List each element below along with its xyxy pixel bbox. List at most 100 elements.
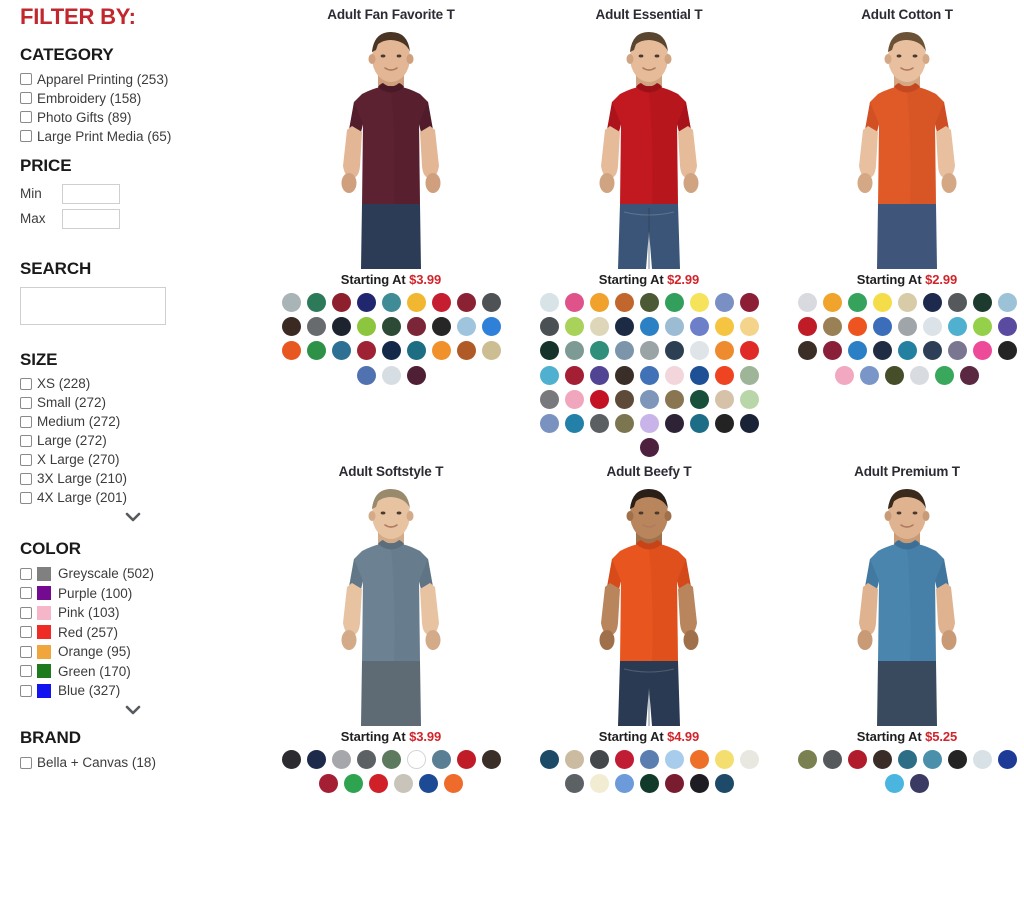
- product-color-dot[interactable]: [431, 750, 451, 770]
- product-color-dot[interactable]: [456, 750, 476, 770]
- product-color-dot[interactable]: [481, 317, 501, 337]
- checkbox-icon[interactable]: [20, 756, 32, 769]
- product-color-dot[interactable]: [897, 341, 917, 361]
- product-color-dot[interactable]: [589, 413, 609, 433]
- product-card[interactable]: Adult Cotton T Starting At $2.99: [778, 0, 1024, 457]
- filter-option[interactable]: Apparel Printing (253): [20, 73, 246, 87]
- product-color-dot[interactable]: [369, 774, 388, 794]
- product-color-dot[interactable]: [689, 293, 709, 312]
- product-color-dot[interactable]: [714, 774, 734, 794]
- product-color-dot[interactable]: [356, 317, 376, 337]
- product-color-dot[interactable]: [564, 750, 584, 770]
- product-color-dot[interactable]: [431, 317, 451, 337]
- product-color-dot[interactable]: [714, 341, 734, 361]
- product-color-dot[interactable]: [589, 341, 609, 361]
- product-color-dot[interactable]: [564, 365, 584, 385]
- filter-option[interactable]: Blue (327): [20, 683, 246, 698]
- product-title[interactable]: Adult Beefy T: [520, 457, 778, 483]
- product-color-dot[interactable]: [356, 750, 376, 770]
- product-color-dot[interactable]: [539, 750, 559, 770]
- product-color-dot[interactable]: [639, 317, 659, 337]
- product-color-dot[interactable]: [564, 774, 584, 794]
- product-color-dot[interactable]: [381, 341, 401, 361]
- checkbox-icon[interactable]: [20, 73, 32, 86]
- product-color-dot[interactable]: [872, 750, 892, 770]
- product-color-dot[interactable]: [922, 341, 942, 361]
- product-color-dot[interactable]: [664, 341, 684, 361]
- product-color-dot[interactable]: [822, 750, 842, 770]
- product-color-dot[interactable]: [614, 317, 634, 337]
- product-image[interactable]: [778, 26, 1024, 269]
- product-color-dot[interactable]: [714, 413, 734, 433]
- product-color-dot[interactable]: [972, 750, 992, 770]
- product-color-dot[interactable]: [664, 774, 684, 794]
- product-color-dot[interactable]: [860, 365, 879, 385]
- product-color-dot[interactable]: [739, 341, 759, 361]
- product-color-dot[interactable]: [797, 750, 817, 770]
- product-color-dot[interactable]: [835, 365, 854, 385]
- product-color-dot[interactable]: [639, 293, 659, 312]
- checkbox-icon[interactable]: [20, 378, 32, 390]
- product-color-dot[interactable]: [539, 365, 559, 385]
- product-color-dot[interactable]: [714, 365, 734, 385]
- product-color-dot[interactable]: [306, 293, 326, 312]
- product-color-dot[interactable]: [797, 293, 817, 312]
- product-color-dot[interactable]: [797, 317, 817, 337]
- filter-option[interactable]: 4X Large (201): [20, 491, 246, 505]
- filter-option[interactable]: Bella + Canvas (18): [20, 756, 246, 770]
- product-color-dot[interactable]: [589, 293, 609, 312]
- filter-option[interactable]: Greyscale (502): [20, 566, 246, 581]
- product-color-dot[interactable]: [822, 341, 842, 361]
- product-color-dot[interactable]: [564, 389, 584, 409]
- checkbox-icon[interactable]: [20, 473, 32, 485]
- filter-option[interactable]: Photo Gifts (89): [20, 111, 246, 125]
- product-color-dot[interactable]: [872, 317, 892, 337]
- product-color-dot[interactable]: [847, 317, 867, 337]
- product-color-dot[interactable]: [935, 365, 954, 385]
- checkbox-icon[interactable]: [20, 665, 32, 678]
- product-color-dot[interactable]: [689, 317, 709, 337]
- checkbox-icon[interactable]: [20, 435, 32, 447]
- product-color-dot[interactable]: [689, 750, 709, 770]
- checkbox-icon[interactable]: [20, 684, 32, 697]
- product-color-dot[interactable]: [910, 774, 929, 794]
- checkbox-icon[interactable]: [20, 567, 32, 580]
- product-color-dot[interactable]: [394, 774, 413, 794]
- product-color-dot[interactable]: [639, 413, 659, 433]
- product-color-dot[interactable]: [306, 341, 326, 361]
- product-title[interactable]: Adult Essential T: [520, 0, 778, 26]
- checkbox-icon[interactable]: [20, 626, 32, 639]
- product-color-dot[interactable]: [664, 365, 684, 385]
- product-color-dot[interactable]: [689, 341, 709, 361]
- product-color-dot[interactable]: [614, 413, 634, 433]
- product-color-dot[interactable]: [872, 293, 892, 312]
- product-color-dot[interactable]: [639, 438, 659, 458]
- checkbox-icon[interactable]: [20, 587, 32, 600]
- product-color-dot[interactable]: [281, 317, 301, 337]
- product-color-dot[interactable]: [739, 389, 759, 409]
- filter-option[interactable]: Small (272): [20, 396, 246, 410]
- product-color-dot[interactable]: [972, 317, 992, 337]
- price-max-input[interactable]: [62, 208, 120, 229]
- product-color-dot[interactable]: [589, 389, 609, 409]
- checkbox-icon[interactable]: [20, 92, 32, 105]
- product-color-dot[interactable]: [564, 317, 584, 337]
- product-color-dot[interactable]: [356, 293, 376, 312]
- product-color-dot[interactable]: [614, 341, 634, 361]
- expand-facet-button[interactable]: [20, 510, 246, 526]
- product-title[interactable]: Adult Cotton T: [778, 0, 1024, 26]
- product-color-dot[interactable]: [431, 293, 451, 312]
- product-color-dot[interactable]: [331, 750, 351, 770]
- product-color-dot[interactable]: [614, 750, 634, 770]
- product-color-dot[interactable]: [306, 750, 326, 770]
- product-color-dot[interactable]: [614, 389, 634, 409]
- filter-option[interactable]: Large Print Media (65): [20, 130, 246, 144]
- product-image[interactable]: [778, 483, 1024, 727]
- product-color-dot[interactable]: [481, 293, 501, 312]
- checkbox-icon[interactable]: [20, 416, 32, 428]
- checkbox-icon[interactable]: [20, 606, 32, 619]
- product-color-dot[interactable]: [589, 317, 609, 337]
- product-color-dot[interactable]: [539, 293, 559, 312]
- product-color-dot[interactable]: [664, 317, 684, 337]
- product-title[interactable]: Adult Premium T: [778, 457, 1024, 483]
